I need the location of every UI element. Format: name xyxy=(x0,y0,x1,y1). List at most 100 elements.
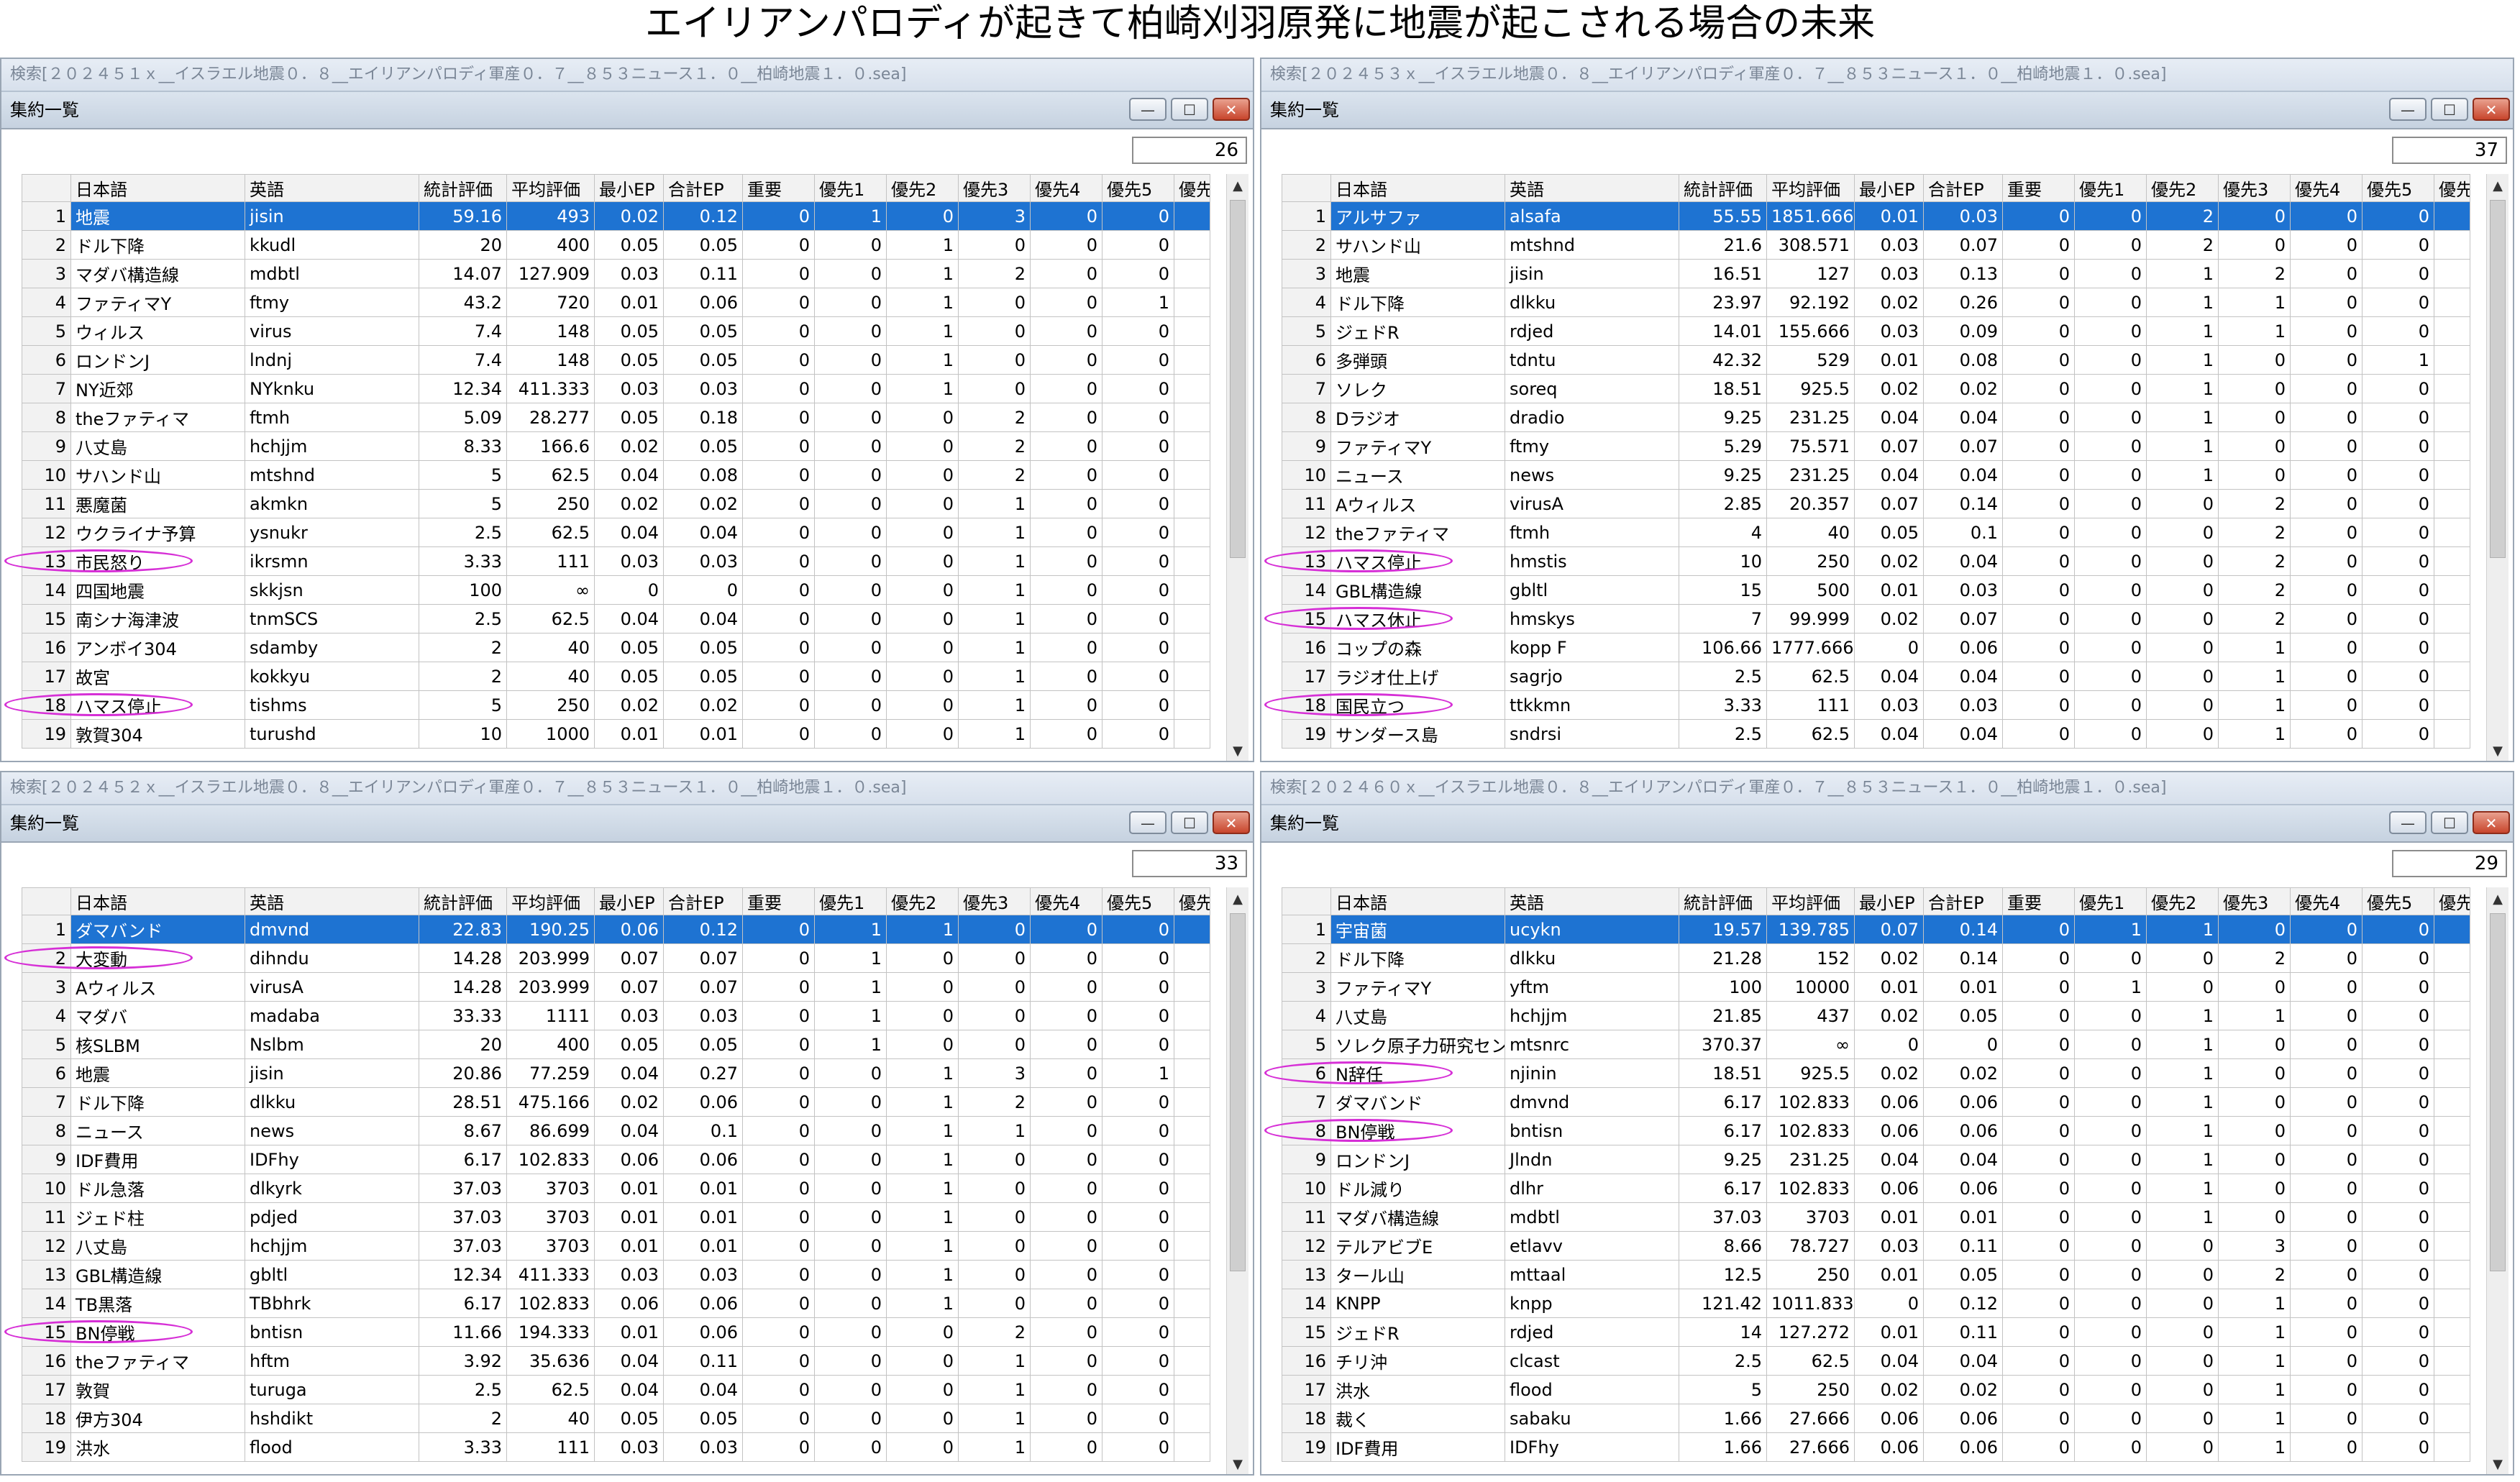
table-row[interactable]: 15 BN停戦 bntisn 11.66 194.333 0.01 0.06 0 0 0 2 0 0 xyxy=(22,1317,1210,1347)
table-row[interactable]: 5 核SLBM Nslbm 20 400 0.05 0.05 0 1 0 0 0 0 xyxy=(22,1030,1210,1059)
column-header[interactable]: 英語 xyxy=(1505,887,1679,915)
table-row[interactable]: 10 ニュース news 9.25 231.25 0.04 0.04 0 0 1 0 0 0 xyxy=(1282,460,2470,490)
vertical-scrollbar[interactable]: ▲ ▼ xyxy=(2486,174,2508,761)
minimize-icon[interactable]: — xyxy=(2389,98,2427,121)
column-header[interactable]: 優先4 xyxy=(1030,887,1102,915)
table-row[interactable]: 2 大変動 dihndu 14.28 203.999 0.07 0.07 0 1 0 0 0 0 xyxy=(22,943,1210,973)
table-row[interactable]: 1 宇宙菌 ucykn 19.57 139.785 0.07 0.14 0 1 1 0 0 0 xyxy=(1282,915,2470,944)
result-count-field[interactable]: 26 xyxy=(1132,137,1247,164)
table-row[interactable]: 8 ニュース news 8.67 86.699 0.04 0.1 0 0 1 1 0 0 xyxy=(22,1116,1210,1145)
table-row[interactable]: 12 テルアビブE etlavv 8.66 78.727 0.03 0.11 0 0 0 3 0 0 xyxy=(1282,1231,2470,1261)
column-header[interactable]: 統計評価 xyxy=(1679,174,1767,202)
column-header[interactable]: 優先2 xyxy=(2146,174,2219,202)
table-row[interactable]: 10 サハンド山 mtshnd 5 62.5 0.04 0.08 0 0 0 2 0 0 xyxy=(22,460,1210,490)
scroll-up-icon[interactable]: ▲ xyxy=(1227,887,1248,912)
maximize-icon[interactable]: ☐ xyxy=(2431,98,2468,121)
column-header[interactable]: 英語 xyxy=(245,887,419,915)
table-row[interactable]: 12 ウクライナ予算 ysnukr 2.5 62.5 0.04 0.04 0 0 0 1 0 0 xyxy=(22,518,1210,547)
vertical-scrollbar[interactable]: ▲ ▼ xyxy=(2486,887,2508,1474)
table-row[interactable]: 5 ウィルス virus 7.4 148 0.05 0.05 0 0 1 0 0 0 xyxy=(22,316,1210,346)
table-row[interactable]: 19 IDF費用 IDFhy 1.66 27.666 0.06 0.06 0 0 0 1 0 0 xyxy=(1282,1432,2470,1462)
column-header[interactable]: 平均評価 xyxy=(506,174,595,202)
table-row[interactable]: 17 故宮 kokkyu 2 40 0.05 0.05 0 0 0 1 0 0 xyxy=(22,662,1210,691)
scrollbar-thumb[interactable] xyxy=(2490,913,2506,1271)
table-row[interactable]: 17 敦賀 turuga 2.5 62.5 0.04 0.04 0 0 0 1 0 0 xyxy=(22,1375,1210,1404)
table-row[interactable]: 3 ファティマY yftm 100 10000 0.01 0.01 0 1 0 0 0 0 xyxy=(1282,972,2470,1002)
scroll-up-icon[interactable]: ▲ xyxy=(1227,174,1248,198)
table-row[interactable]: 14 TB黒落 TBbhrk 6.17 102.833 0.06 0.06 0 0 1 0 0 0 xyxy=(22,1289,1210,1318)
close-icon[interactable]: ✕ xyxy=(1213,811,1250,834)
result-count-field[interactable]: 33 xyxy=(1132,850,1247,877)
table-row[interactable]: 13 市民怒り ikrsmn 3.33 111 0.03 0.03 0 0 0 1 0 0 xyxy=(22,546,1210,576)
close-icon[interactable]: ✕ xyxy=(1213,98,1250,121)
table-row[interactable]: 15 ハマス休止 hmskys 7 99.999 0.02 0.07 0 0 0 2 0 0 xyxy=(1282,604,2470,633)
table-row[interactable]: 11 マダバ構造線 mdbtl 37.03 3703 0.01 0.01 0 0 1 0 0 0 xyxy=(1282,1202,2470,1232)
column-header[interactable]: 重要 xyxy=(2002,174,2075,202)
column-header[interactable]: 日本語 xyxy=(70,887,245,915)
column-header[interactable]: 優先 xyxy=(2434,174,2470,202)
column-header[interactable]: 合計EP xyxy=(1923,887,2003,915)
table-row[interactable]: 3 地震 jisin 16.51 127 0.03 0.13 0 0 1 2 0 0 xyxy=(1282,259,2470,288)
column-header[interactable]: 平均評価 xyxy=(506,887,595,915)
table-row[interactable]: 6 多弾頭 tdntu 42.32 529 0.01 0.08 0 0 1 0 0 1 xyxy=(1282,345,2470,375)
column-header[interactable]: 平均評価 xyxy=(1766,887,1855,915)
column-header[interactable]: 優先5 xyxy=(2362,174,2434,202)
maximize-icon[interactable]: ☐ xyxy=(2431,811,2468,834)
table-row[interactable]: 17 ラジオ仕上げ sagrjo 2.5 62.5 0.04 0.04 0 0 0 1 0 0 xyxy=(1282,662,2470,691)
column-header[interactable]: 合計EP xyxy=(1923,174,2003,202)
scrollbar-thumb[interactable] xyxy=(1230,200,1246,558)
column-header[interactable]: 優先 xyxy=(1174,174,1210,202)
table-row[interactable]: 16 コップの森 kopp F 106.66 1777.666 0 0.06 0 0 0 1 0 0 xyxy=(1282,633,2470,662)
column-header[interactable] xyxy=(22,887,71,915)
scroll-up-icon[interactable]: ▲ xyxy=(2487,887,2508,912)
column-header[interactable]: 優先5 xyxy=(1102,174,1174,202)
table-row[interactable]: 14 GBL構造線 gbltl 15 500 0.01 0.03 0 0 0 2 0 0 xyxy=(1282,575,2470,605)
result-count-field[interactable]: 29 xyxy=(2392,850,2507,877)
table-row[interactable]: 16 チリ沖 clcast 2.5 62.5 0.04 0.04 0 0 0 1 0 0 xyxy=(1282,1346,2470,1376)
column-header[interactable]: 日本語 xyxy=(1330,887,1505,915)
column-header[interactable]: 優先1 xyxy=(2074,887,2147,915)
column-header[interactable]: 英語 xyxy=(245,174,419,202)
vertical-scrollbar[interactable]: ▲ ▼ xyxy=(1226,174,1248,761)
table-row[interactable]: 2 ドル下降 dlkku 21.28 152 0.02 0.14 0 0 0 2 0 0 xyxy=(1282,943,2470,973)
table-row[interactable]: 11 Aウィルス virusA 2.85 20.357 0.07 0.14 0 0 0 2 0 0 xyxy=(1282,489,2470,518)
table-row[interactable]: 18 ハマス停止 tishms 5 250 0.02 0.02 0 0 0 1 0 0 xyxy=(22,690,1210,720)
table-row[interactable]: 6 ロンドンJ lndnj 7.4 148 0.05 0.05 0 0 1 0 0 0 xyxy=(22,345,1210,375)
column-header[interactable]: 統計評価 xyxy=(419,887,507,915)
column-header[interactable]: 英語 xyxy=(1505,174,1679,202)
table-row[interactable]: 3 Aウィルス virusA 14.28 203.999 0.07 0.07 0 1 0 0 0 0 xyxy=(22,972,1210,1002)
column-header[interactable]: 優先 xyxy=(1174,887,1210,915)
column-header[interactable]: 優先2 xyxy=(886,887,959,915)
table-row[interactable]: 12 theファティマ ftmh 4 40 0.05 0.1 0 0 0 2 0 0 xyxy=(1282,518,2470,547)
column-header[interactable]: 重要 xyxy=(742,887,815,915)
column-header[interactable]: 優先4 xyxy=(2290,887,2362,915)
column-header[interactable]: 優先2 xyxy=(886,174,959,202)
column-header[interactable]: 最小EP xyxy=(1854,174,1924,202)
table-row[interactable]: 8 BN停戦 bntisn 6.17 102.833 0.06 0.06 0 0 1 0 0 0 xyxy=(1282,1116,2470,1145)
table-row[interactable]: 19 サンダース島 sndrsi 2.5 62.5 0.04 0.04 0 0 0 1 0 0 xyxy=(1282,719,2470,749)
table-row[interactable]: 13 タール山 mttaal 12.5 250 0.01 0.05 0 0 0 2 0 0 xyxy=(1282,1260,2470,1289)
column-header[interactable]: 優先 xyxy=(2434,887,2470,915)
column-header[interactable]: 優先3 xyxy=(2218,174,2291,202)
column-header[interactable]: 重要 xyxy=(742,174,815,202)
table-row[interactable]: 9 ロンドンJ Jlndn 9.25 231.25 0.04 0.04 0 0 1 0 0 0 xyxy=(1282,1145,2470,1174)
scroll-down-icon[interactable]: ▼ xyxy=(1227,739,1248,761)
column-header[interactable]: 優先5 xyxy=(1102,887,1174,915)
table-row[interactable]: 19 洪水 flood 3.33 111 0.03 0.03 0 0 0 1 0 0 xyxy=(22,1432,1210,1462)
column-header[interactable]: 優先5 xyxy=(2362,887,2434,915)
table-row[interactable]: 9 八丈島 hchjjm 8.33 166.6 0.02 0.05 0 0 0 2 0 0 xyxy=(22,431,1210,461)
scroll-down-icon[interactable]: ▼ xyxy=(2487,739,2508,761)
close-icon[interactable]: ✕ xyxy=(2473,98,2510,121)
scroll-up-icon[interactable]: ▲ xyxy=(2487,174,2508,198)
minimize-icon[interactable]: — xyxy=(1129,811,1167,834)
column-header[interactable]: 統計評価 xyxy=(419,174,507,202)
table-row[interactable]: 7 ドル下降 dlkku 28.51 475.166 0.02 0.06 0 0 1 2 0 0 xyxy=(22,1087,1210,1117)
column-header[interactable]: 統計評価 xyxy=(1679,887,1767,915)
minimize-icon[interactable]: — xyxy=(2389,811,2427,834)
scrollbar-thumb[interactable] xyxy=(2490,200,2506,558)
close-icon[interactable]: ✕ xyxy=(2473,811,2510,834)
column-header[interactable]: 日本語 xyxy=(70,174,245,202)
table-row[interactable]: 1 地震 jisin 59.16 493 0.02 0.12 0 1 0 3 0 0 xyxy=(22,201,1210,231)
column-header[interactable]: 最小EP xyxy=(594,174,664,202)
table-row[interactable]: 4 八丈島 hchjjm 21.85 437 0.02 0.05 0 0 1 1 0 0 xyxy=(1282,1001,2470,1030)
